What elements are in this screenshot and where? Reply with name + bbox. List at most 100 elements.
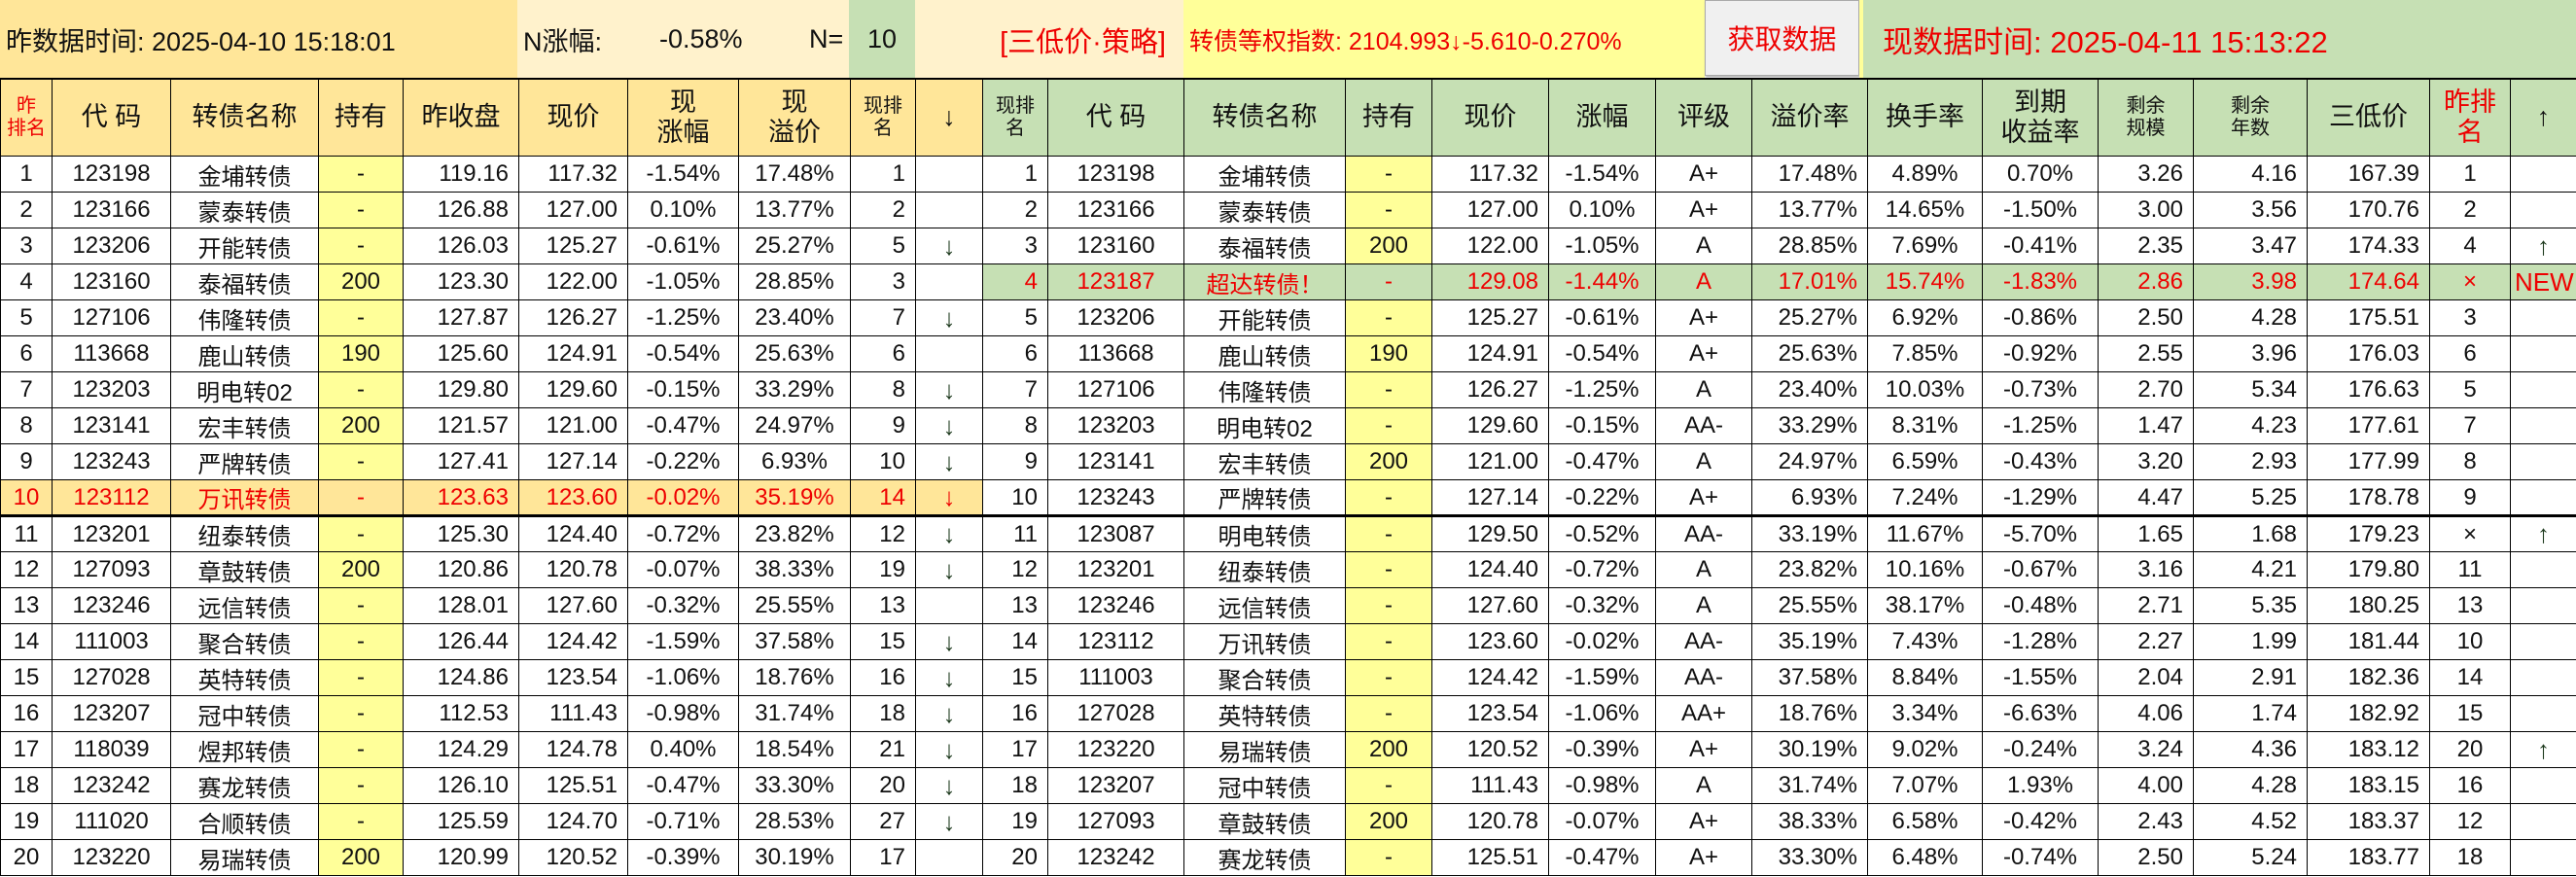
cell-code[interactable]: 123141: [52, 407, 171, 444]
cell-change[interactable]: -0.15%: [627, 371, 739, 408]
cell-prev-close[interactable]: 126.10: [403, 767, 519, 804]
cell-code[interactable]: 123112: [52, 479, 171, 517]
cell-change[interactable]: -1.06%: [1548, 695, 1656, 732]
cell-premium[interactable]: 17.01%: [1751, 263, 1868, 300]
cell-code[interactable]: 123166: [1047, 192, 1184, 228]
table-row[interactable]: 5 127106 伟隆转债 -127.87 126.27 -1.25% 23.40% 7 ↓: [0, 299, 983, 336]
cell-premium[interactable]: 23.40%: [1751, 371, 1868, 408]
cell-turnover[interactable]: 14.65%: [1867, 192, 1983, 228]
table-row[interactable]: 11 123087 明电转债 -129.50 -0.52% AA- 33.19% 11.67%…: [982, 515, 2576, 552]
cell-premium[interactable]: 18.76%: [1751, 695, 1868, 732]
cell-code[interactable]: 123207: [1047, 767, 1184, 804]
cell-name[interactable]: 鹿山转债: [1183, 335, 1346, 372]
cell-hold[interactable]: -: [1345, 299, 1432, 336]
arrow-down-icon[interactable]: ↓: [915, 479, 983, 517]
cell-name[interactable]: 合顺转债: [170, 803, 319, 840]
cell-premium[interactable]: 35.19%: [1751, 623, 1868, 660]
cell-prev-rank[interactable]: 5: [0, 299, 53, 336]
cell-turnover[interactable]: 9.02%: [1867, 731, 1983, 768]
cell-code[interactable]: 123160: [52, 263, 171, 300]
cell-curr-rank[interactable]: 3: [982, 228, 1048, 264]
cell-hold[interactable]: -: [318, 803, 404, 840]
cell-remaining-size[interactable]: 2.50: [2098, 839, 2194, 876]
cell-code[interactable]: 123206: [52, 228, 171, 264]
cell-name[interactable]: 严牌转债: [170, 443, 319, 480]
cell-prev-rank[interactable]: 4: [2429, 228, 2511, 264]
cell-price[interactable]: 124.91: [518, 335, 628, 372]
table-row[interactable]: 8 123141 宏丰转债 200 121.57 121.00 -0.47% 24.97% 9 ↓: [0, 407, 983, 444]
cell-remaining-size[interactable]: 2.35: [2098, 228, 2194, 264]
cell-rating[interactable]: A+: [1655, 731, 1752, 768]
trend-cell[interactable]: [2510, 803, 2576, 840]
cell-curr-rank[interactable]: 18: [982, 767, 1048, 804]
cell-ytm[interactable]: -0.74%: [1982, 839, 2099, 876]
cell-prev-rank[interactable]: 1: [0, 156, 53, 193]
cell-hold[interactable]: 200: [318, 407, 404, 444]
cell-change[interactable]: -0.22%: [627, 443, 739, 480]
cell-code[interactable]: 123112: [1047, 623, 1184, 660]
trend-cell[interactable]: NEW: [2510, 263, 2576, 300]
cell-premium[interactable]: 6.93%: [738, 443, 851, 480]
cell-code[interactable]: 118039: [52, 731, 171, 768]
cell-price[interactable]: 121.00: [1431, 443, 1549, 480]
cell-curr-rank[interactable]: 21: [850, 731, 916, 768]
cell-premium[interactable]: 18.54%: [738, 731, 851, 768]
cell-code[interactable]: 123207: [52, 695, 171, 732]
cell-prev-rank[interactable]: 10: [0, 479, 53, 517]
fetch-data-button[interactable]: 获取数据: [1705, 0, 1859, 76]
cell-premium[interactable]: 37.58%: [1751, 659, 1868, 696]
cell-curr-rank[interactable]: 16: [850, 659, 916, 696]
cell-hold[interactable]: 200: [1345, 803, 1432, 840]
cell-premium[interactable]: 25.63%: [1751, 335, 1868, 372]
cell-price[interactable]: 123.54: [1431, 695, 1549, 732]
cell-prev-rank[interactable]: 14: [0, 623, 53, 660]
cell-ytm[interactable]: -0.43%: [1982, 443, 2099, 480]
cell-ytm[interactable]: -1.50%: [1982, 192, 2099, 228]
cell-triple-low[interactable]: 183.37: [2307, 803, 2430, 840]
cell-curr-rank[interactable]: 9: [982, 443, 1048, 480]
cell-change[interactable]: -1.25%: [1548, 371, 1656, 408]
arrow-down-icon[interactable]: ↓: [915, 695, 983, 732]
cell-hold[interactable]: -: [318, 479, 404, 517]
cell-ytm[interactable]: -0.92%: [1982, 335, 2099, 372]
cell-code[interactable]: 123203: [1047, 407, 1184, 444]
arrow-down-icon[interactable]: ↓: [915, 623, 983, 660]
cell-remaining-years[interactable]: 4.28: [2193, 767, 2308, 804]
cell-name[interactable]: 泰福转债: [1183, 228, 1346, 264]
cell-code[interactable]: 123201: [52, 515, 171, 552]
cell-price[interactable]: 123.60: [1431, 623, 1549, 660]
cell-name[interactable]: 冠中转债: [1183, 767, 1346, 804]
cell-curr-rank[interactable]: 7: [982, 371, 1048, 408]
table-row[interactable]: 20 123220 易瑞转债 200 120.99 120.52 -0.39% 30.19% 1…: [0, 839, 983, 876]
cell-prev-rank[interactable]: 20: [2429, 731, 2511, 768]
trend-cell[interactable]: [915, 192, 983, 228]
cell-turnover[interactable]: 6.58%: [1867, 803, 1983, 840]
cell-remaining-size[interactable]: 2.70: [2098, 371, 2194, 408]
cell-name[interactable]: 英特转债: [1183, 695, 1346, 732]
cell-price[interactable]: 129.08: [1431, 263, 1549, 300]
trend-cell[interactable]: [2510, 156, 2576, 193]
column-header-change[interactable]: 涨幅: [1548, 79, 1656, 157]
cell-curr-rank[interactable]: 20: [850, 767, 916, 804]
cell-hold[interactable]: -: [318, 767, 404, 804]
cell-curr-rank[interactable]: 1: [850, 156, 916, 193]
cell-change[interactable]: -1.25%: [627, 299, 739, 336]
cell-change[interactable]: -0.71%: [627, 803, 739, 840]
cell-price[interactable]: 124.42: [518, 623, 628, 660]
cell-curr-rank[interactable]: 7: [850, 299, 916, 336]
cell-hold[interactable]: -: [1345, 551, 1432, 588]
cell-hold[interactable]: -: [318, 371, 404, 408]
arrow-down-icon[interactable]: ↓: [915, 407, 983, 444]
cell-prev-close[interactable]: 126.03: [403, 228, 519, 264]
cell-premium[interactable]: 25.27%: [1751, 299, 1868, 336]
cell-change[interactable]: -0.39%: [627, 839, 739, 876]
cell-remaining-size[interactable]: 3.20: [2098, 443, 2194, 480]
column-header-remaining-size[interactable]: 剩余 规模: [2098, 79, 2194, 157]
cell-hold[interactable]: -: [1345, 192, 1432, 228]
cell-remaining-years[interactable]: 3.98: [2193, 263, 2308, 300]
cell-remaining-size[interactable]: 1.47: [2098, 407, 2194, 444]
cell-rating[interactable]: AA-: [1655, 623, 1752, 660]
cell-change[interactable]: -1.59%: [627, 623, 739, 660]
cell-premium[interactable]: 33.19%: [1751, 515, 1868, 552]
cell-price[interactable]: 120.52: [1431, 731, 1549, 768]
